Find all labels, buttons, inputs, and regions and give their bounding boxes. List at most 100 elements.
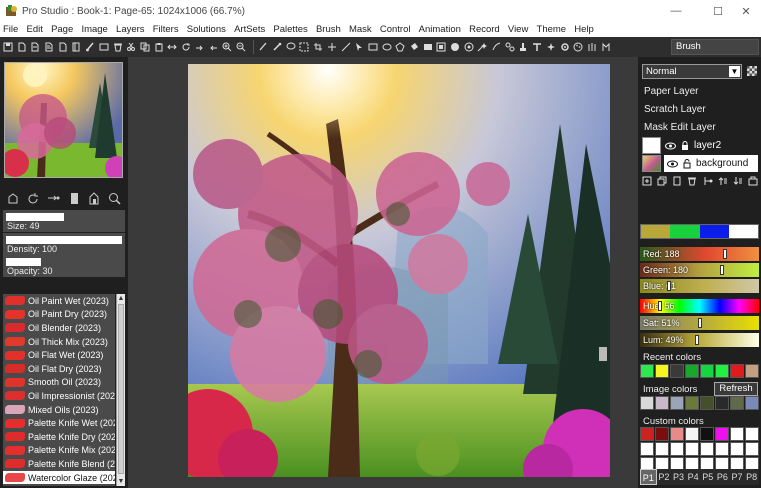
green-slider-knob[interactable] [720, 265, 724, 275]
menu-animation[interactable]: Animation [419, 24, 461, 35]
move-down-icon[interactable] [733, 176, 743, 186]
density-slider[interactable]: Density: 100 [3, 233, 125, 255]
brush-list-item[interactable]: Oil Impressionist (202 [3, 389, 115, 403]
disc-icon[interactable] [450, 41, 460, 53]
custom-color-swatch[interactable] [715, 442, 729, 456]
hue-slider-knob[interactable] [658, 301, 662, 311]
menu-edit[interactable]: Edit [27, 24, 43, 35]
blend-mode-select[interactable]: Normal ▼ [642, 64, 742, 79]
saturation-slider[interactable]: Sat: 51% [640, 316, 759, 330]
new-page-icon[interactable] [17, 41, 27, 53]
custom-color-swatch[interactable] [655, 427, 669, 441]
brush-list-item[interactable]: Oil Flat Wet (2023) [3, 348, 115, 362]
recent-color-swatch[interactable] [730, 364, 744, 378]
custom-color-swatch[interactable] [655, 442, 669, 456]
clone-icon[interactable] [505, 41, 515, 53]
menu-artsets[interactable]: ArtSets [234, 24, 265, 35]
close-button[interactable]: ✕ [731, 0, 761, 22]
lock-icon[interactable] [679, 140, 691, 151]
palette-tab-p2[interactable]: P2 [657, 469, 672, 485]
image-color-swatch[interactable] [640, 396, 654, 410]
brush-tool-icon[interactable] [85, 41, 95, 53]
mask-edit-layer[interactable]: Mask Edit Layer [644, 122, 716, 133]
merge-layer-icon[interactable] [703, 176, 713, 186]
image-color-swatch[interactable] [655, 396, 669, 410]
red-slider[interactable]: Red: 188 [640, 247, 759, 261]
brush-list-item[interactable]: Palette Knife Blend (2( [3, 457, 115, 471]
menu-brush[interactable]: Brush [316, 24, 341, 35]
layer-row-layer2[interactable]: layer2 [642, 137, 758, 154]
menu-view[interactable]: View [508, 24, 528, 35]
eye-icon[interactable] [664, 142, 676, 150]
palette-tab-p4[interactable]: P4 [686, 469, 701, 485]
luminance-slider[interactable]: Lum: 49% [640, 333, 759, 347]
trash-icon[interactable] [113, 41, 123, 53]
palette-tab-p8[interactable]: P8 [744, 469, 759, 485]
transparency-icon[interactable] [747, 66, 757, 76]
layers-icon[interactable] [99, 41, 109, 53]
menu-record[interactable]: Record [469, 24, 500, 35]
custom-color-swatch[interactable] [685, 442, 699, 456]
rotate-icon[interactable] [181, 41, 191, 53]
target-icon[interactable] [464, 41, 474, 53]
menu-solutions[interactable]: Solutions [187, 24, 226, 35]
fill-icon[interactable] [409, 41, 419, 53]
custom-color-swatch[interactable] [640, 442, 654, 456]
paste-icon[interactable] [154, 41, 164, 53]
marquee-icon[interactable] [299, 41, 309, 53]
select-arrow-icon[interactable] [354, 41, 364, 53]
custom-color-swatch[interactable] [670, 427, 684, 441]
unlock-icon[interactable] [681, 158, 693, 169]
custom-color-swatch[interactable] [745, 442, 759, 456]
color-swatch[interactable] [728, 225, 758, 238]
crop-icon[interactable] [313, 41, 323, 53]
rectangle-icon[interactable] [368, 41, 378, 53]
scroll-up-icon[interactable]: ▲ [117, 294, 125, 303]
brush-list-item[interactable]: Oil Thick Mix (2023) [3, 335, 115, 349]
copy-icon[interactable] [140, 41, 150, 53]
redo-icon[interactable] [195, 41, 205, 53]
scroll-down-icon[interactable]: ▼ [117, 477, 125, 486]
frame-icon[interactable] [436, 41, 446, 53]
custom-color-swatch[interactable] [730, 427, 744, 441]
menu-help[interactable]: Help [574, 24, 594, 35]
settings-icon[interactable] [560, 41, 570, 53]
zoom-view-icon[interactable] [108, 192, 121, 205]
scratch-layer[interactable]: Scratch Layer [644, 104, 706, 115]
brush-list-item[interactable]: Palette Knife Wet (202 [3, 416, 115, 430]
brush-list-item[interactable]: Oil Paint Wet (2023) [3, 294, 115, 308]
flip-icon[interactable] [167, 41, 177, 53]
sparkle-icon[interactable] [546, 41, 556, 53]
eye-icon[interactable] [666, 160, 678, 168]
brush-name-field[interactable]: Brush [671, 39, 759, 55]
ellipse-icon[interactable] [382, 41, 392, 53]
menu-file[interactable]: File [3, 24, 18, 35]
painting-canvas[interactable] [188, 64, 610, 477]
pen-icon[interactable] [258, 41, 268, 53]
navigator-thumbnail[interactable] [4, 62, 123, 178]
maximize-button[interactable]: ☐ [703, 0, 733, 22]
refresh-button[interactable]: Refresh [714, 382, 758, 396]
canvas-scroll-marker[interactable] [599, 347, 607, 361]
duplicate-layer-icon[interactable] [657, 176, 667, 186]
blue-slider[interactable]: Blue: 61 [640, 279, 759, 293]
menu-theme[interactable]: Theme [537, 24, 567, 35]
custom-color-swatch[interactable] [670, 442, 684, 456]
import-icon[interactable] [58, 41, 68, 53]
menu-control[interactable]: Control [380, 24, 411, 35]
saturation-slider-knob[interactable] [698, 318, 702, 328]
fit-view-icon[interactable] [7, 192, 20, 205]
image-color-swatch[interactable] [745, 396, 759, 410]
paper-layer[interactable]: Paper Layer [644, 86, 698, 97]
custom-color-swatch[interactable] [685, 427, 699, 441]
record-icon[interactable] [601, 41, 611, 53]
menu-image[interactable]: Image [81, 24, 107, 35]
custom-color-swatch[interactable] [700, 427, 714, 441]
delete-layer-icon[interactable] [687, 176, 697, 186]
minimize-button[interactable]: — [661, 0, 691, 22]
add-layer-icon[interactable] [642, 176, 652, 186]
zoom-out-icon[interactable] [236, 41, 246, 53]
flip-view-icon[interactable] [47, 192, 60, 205]
luminance-slider-knob[interactable] [695, 335, 699, 345]
text-icon[interactable] [532, 41, 542, 53]
